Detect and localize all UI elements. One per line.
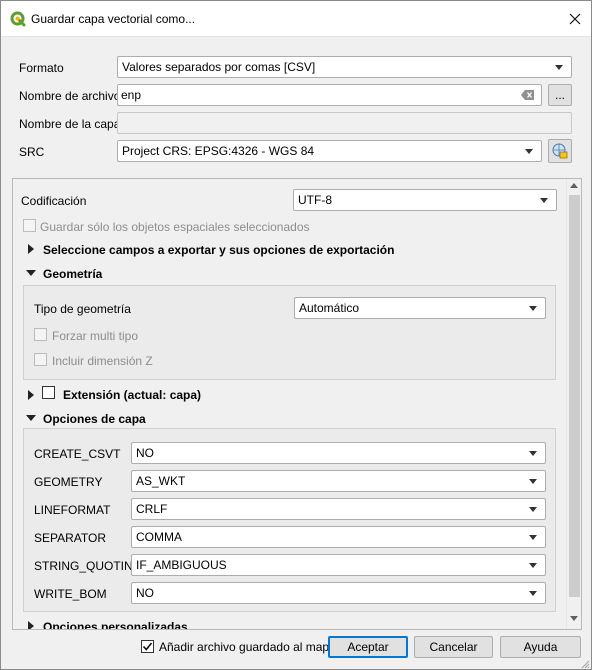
layer-option-label: LINEFORMAT bbox=[34, 503, 111, 517]
browse-button[interactable]: ... bbox=[548, 84, 572, 106]
extent-section-header[interactable]: Extensión (actual: capa) bbox=[63, 388, 201, 402]
options-scroll-area[interactable]: Codificación UTF-8 Guardar sólo los obje… bbox=[12, 178, 582, 630]
window-title: Guardar capa vectorial como... bbox=[31, 12, 196, 26]
chevron-down-icon bbox=[525, 149, 533, 154]
layer-options-section-header[interactable]: Opciones de capa bbox=[43, 412, 146, 426]
layer-option-combo[interactable]: CRLF bbox=[131, 498, 546, 520]
checkmark-icon bbox=[142, 642, 153, 651]
geometry-group: Tipo de geometría Automático Forzar mult… bbox=[23, 285, 556, 380]
include-z-checkbox[interactable] bbox=[34, 353, 47, 366]
layer-option-combo[interactable]: NO bbox=[131, 442, 546, 464]
filename-label: Nombre de archivo bbox=[19, 89, 121, 103]
crs-label: SRC bbox=[19, 145, 45, 159]
chevron-down-icon bbox=[529, 451, 537, 456]
expand-arrow-icon[interactable] bbox=[28, 621, 34, 629]
vertical-scrollbar[interactable] bbox=[566, 179, 581, 629]
add-to-map-checkbox[interactable] bbox=[141, 640, 154, 653]
layer-option-label: SEPARATOR bbox=[34, 531, 107, 545]
layer-option-value: AS_WKT bbox=[136, 474, 186, 488]
layer-option-value: IF_AMBIGUOUS bbox=[136, 558, 227, 572]
layer-option-combo[interactable]: AS_WKT bbox=[131, 470, 546, 492]
encoding-label: Codificación bbox=[21, 194, 87, 208]
qgis-logo-icon bbox=[10, 11, 26, 27]
layer-options-group: CREATE_CSVT NO GEOMETRY AS_WKT LINEFORMA… bbox=[23, 428, 556, 612]
crs-combo[interactable]: Project CRS: EPSG:4326 - WGS 84 bbox=[117, 140, 542, 162]
layername-label: Nombre de la capa bbox=[19, 117, 121, 131]
filename-input[interactable]: enp bbox=[117, 84, 542, 106]
scrollbar-thumb[interactable] bbox=[569, 195, 580, 597]
collapse-arrow-icon[interactable] bbox=[26, 270, 36, 276]
scroll-down-arrow-icon[interactable] bbox=[570, 616, 578, 621]
add-to-map-label: Añadir archivo guardado al mapa bbox=[159, 640, 336, 654]
layer-option-combo[interactable]: COMMA bbox=[131, 526, 546, 548]
expand-arrow-icon[interactable] bbox=[28, 244, 34, 254]
format-label: Formato bbox=[19, 61, 64, 75]
chevron-down-icon bbox=[540, 198, 548, 203]
chevron-down-icon bbox=[529, 479, 537, 484]
layername-input[interactable] bbox=[117, 112, 572, 134]
crs-value: Project CRS: EPSG:4326 - WGS 84 bbox=[122, 144, 315, 158]
format-value: Valores separados por comas [CSV] bbox=[122, 60, 316, 74]
format-combo[interactable]: Valores separados por comas [CSV] bbox=[117, 56, 572, 78]
layer-option-combo[interactable]: NO bbox=[131, 582, 546, 604]
resize-grip-icon[interactable] bbox=[578, 657, 590, 669]
selected-only-label: Guardar sólo los objetos espaciales sele… bbox=[40, 220, 310, 234]
layer-option-label: GEOMETRY bbox=[34, 475, 103, 489]
accept-button[interactable]: Aceptar bbox=[328, 636, 408, 658]
layer-option-value: NO bbox=[136, 586, 154, 600]
chevron-down-icon bbox=[529, 507, 537, 512]
geometry-type-label: Tipo de geometría bbox=[34, 302, 131, 316]
geometry-section-header[interactable]: Geometría bbox=[43, 267, 102, 281]
chevron-down-icon bbox=[555, 65, 563, 70]
crs-selector-button[interactable] bbox=[548, 139, 572, 163]
save-vector-layer-dialog: Guardar capa vectorial como... Formato V… bbox=[0, 0, 592, 670]
layer-option-value: COMMA bbox=[136, 530, 182, 544]
include-z-label: Incluir dimensión Z bbox=[52, 354, 153, 368]
encoding-combo[interactable]: UTF-8 bbox=[293, 189, 557, 211]
chevron-down-icon bbox=[529, 535, 537, 540]
chevron-down-icon bbox=[529, 591, 537, 596]
clear-text-icon[interactable] bbox=[521, 89, 535, 101]
extent-checkbox[interactable] bbox=[42, 386, 55, 399]
encoding-value: UTF-8 bbox=[298, 193, 332, 207]
force-multi-label: Forzar multi tipo bbox=[52, 329, 139, 343]
collapse-arrow-icon[interactable] bbox=[26, 415, 36, 421]
layer-option-value: CRLF bbox=[136, 502, 168, 516]
layer-option-label: CREATE_CSVT bbox=[34, 447, 121, 461]
filename-value: enp bbox=[121, 88, 142, 102]
custom-options-section-header[interactable]: Opciones personalizadas bbox=[43, 620, 188, 629]
crs-selector-icon bbox=[552, 143, 568, 159]
chevron-down-icon bbox=[529, 563, 537, 568]
layer-option-combo[interactable]: IF_AMBIGUOUS bbox=[131, 554, 546, 576]
force-multi-checkbox[interactable] bbox=[34, 328, 47, 341]
close-icon[interactable] bbox=[567, 11, 583, 27]
selected-only-checkbox[interactable] bbox=[23, 219, 36, 232]
title-bar: Guardar capa vectorial como... bbox=[1, 1, 591, 37]
geometry-type-value: Automático bbox=[299, 301, 360, 315]
layer-option-value: NO bbox=[136, 446, 154, 460]
layer-option-label: STRING_QUOTING bbox=[34, 559, 143, 573]
chevron-down-icon bbox=[529, 306, 537, 311]
geometry-type-combo[interactable]: Automático bbox=[294, 297, 546, 319]
scroll-up-arrow-icon[interactable] bbox=[570, 183, 578, 188]
cancel-button[interactable]: Cancelar bbox=[414, 636, 493, 658]
fields-section-header[interactable]: Seleccione campos a exportar y sus opcio… bbox=[43, 243, 394, 257]
expand-arrow-icon[interactable] bbox=[28, 390, 34, 400]
layer-option-label: WRITE_BOM bbox=[34, 587, 107, 601]
help-button[interactable]: Ayuda bbox=[500, 636, 581, 658]
